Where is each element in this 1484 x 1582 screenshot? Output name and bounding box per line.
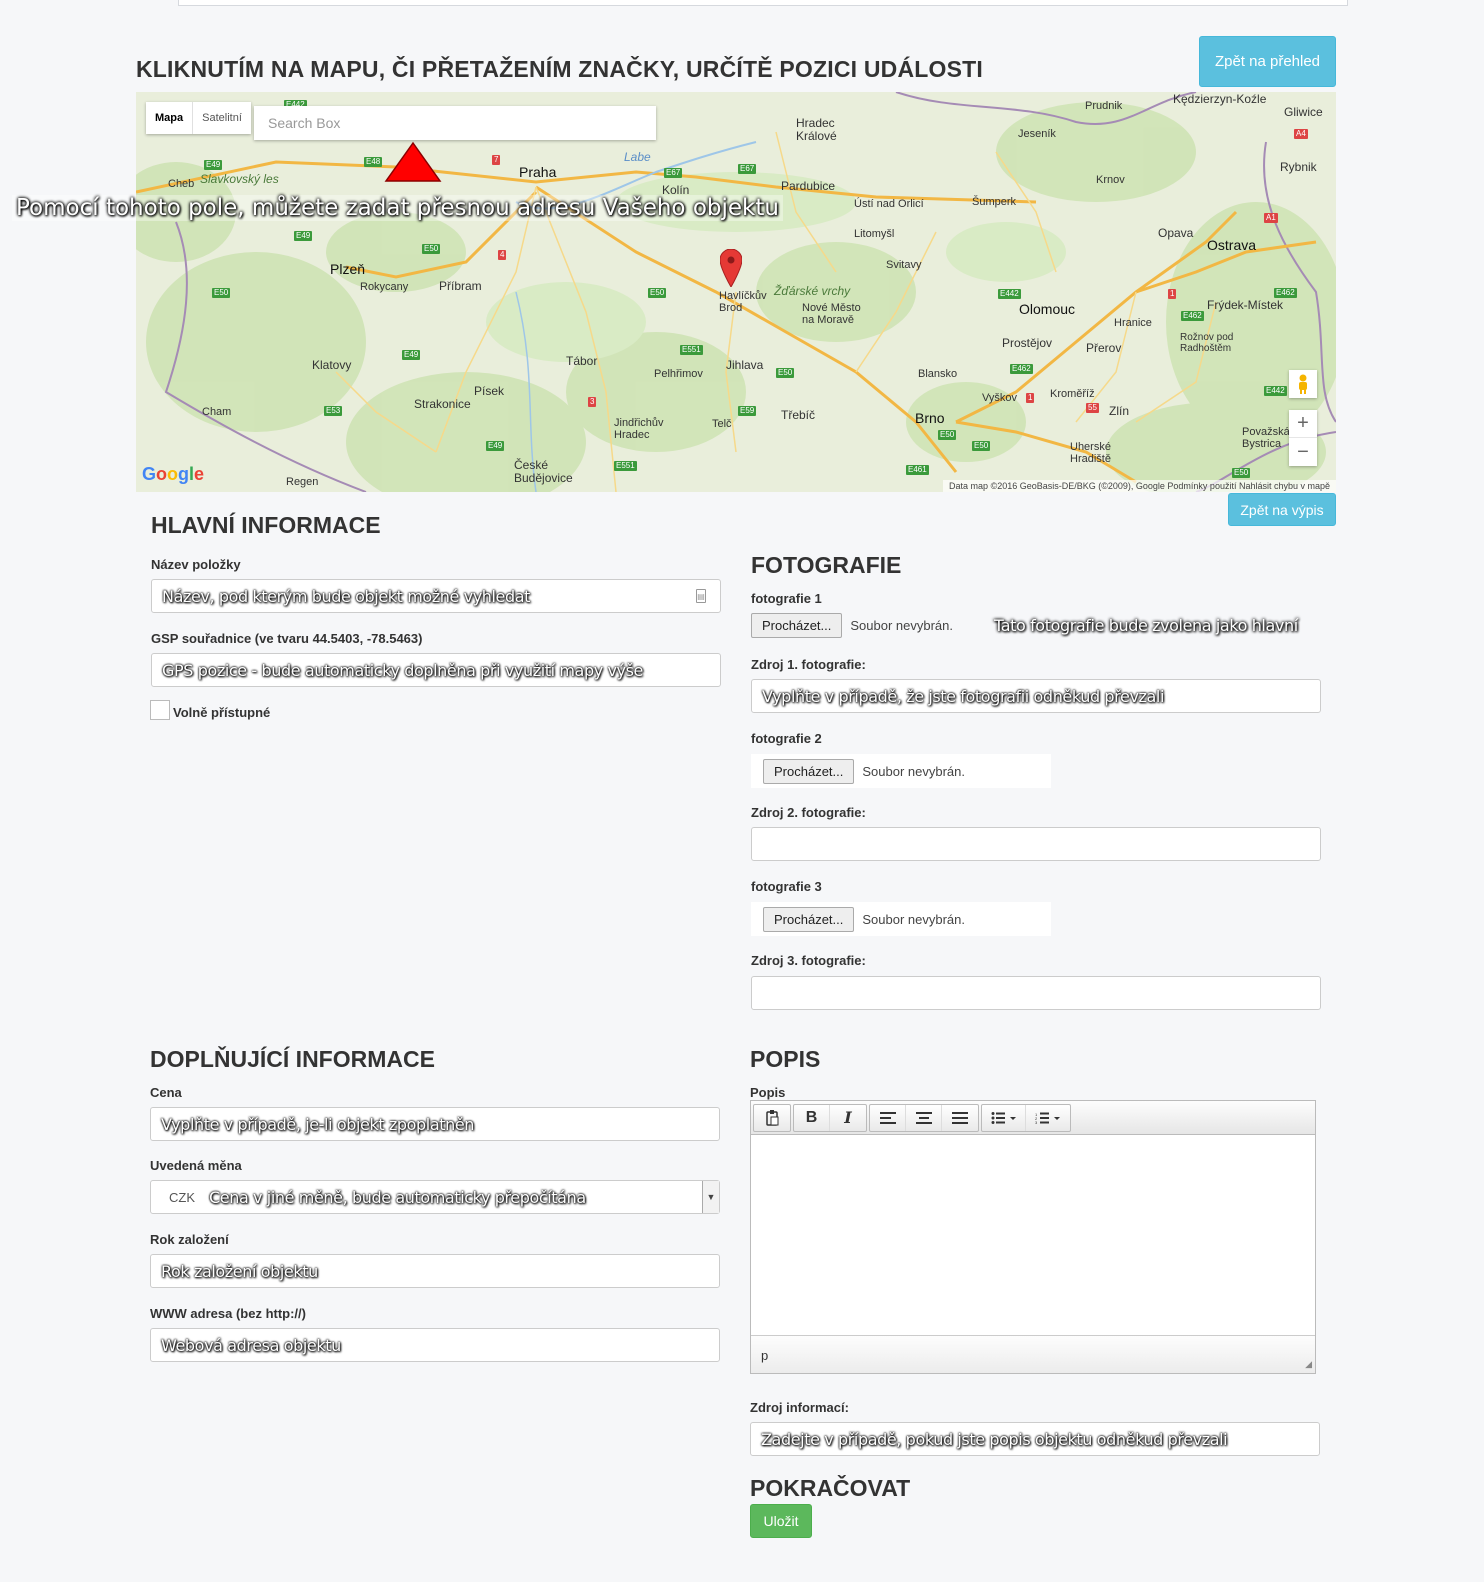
free-access-label: Volně přístupné — [173, 705, 271, 720]
source1-input[interactable]: Vyplňte v případě, že jste fotografii od… — [751, 679, 1321, 713]
svg-text:3: 3 — [1035, 1120, 1038, 1124]
align-center-icon[interactable] — [906, 1104, 942, 1131]
web-input[interactable]: Webová adresa objektu — [150, 1328, 720, 1362]
photo1-label: fotografie 1 — [751, 591, 822, 606]
photo2-label: fotografie 2 — [751, 731, 822, 746]
photo2-file-status: Soubor nevybrán. — [862, 763, 965, 779]
free-access-checkbox[interactable] — [150, 700, 170, 720]
web-label: WWW adresa (bez http://) — [150, 1306, 306, 1321]
warning-triangle-icon — [384, 141, 442, 182]
source3-input[interactable] — [751, 976, 1321, 1010]
photo3-label: fotografie 3 — [751, 879, 822, 894]
photo1-browse-button[interactable]: Procházet... — [751, 613, 843, 638]
zoom-control: + − — [1289, 410, 1317, 466]
currency-select[interactable]: CZK Cena v jiné měně, bude automaticky p… — [150, 1180, 720, 1214]
back-to-overview-button[interactable]: Zpět na přehled — [1199, 36, 1336, 87]
info-source-label: Zdroj informací: — [750, 1400, 849, 1415]
photos-heading: FOTOGRAFIE — [751, 552, 902, 578]
description-editor[interactable]: B I 123 p ◢ — [750, 1100, 1316, 1374]
editor-statusbar: p ◢ — [751, 1335, 1315, 1373]
map-marker-icon[interactable] — [720, 249, 742, 287]
map-attribution: Data map ©2016 GeoBasis-DE/BKG (©2009), … — [943, 480, 1336, 492]
back-to-list-button[interactable]: Zpět na výpis — [1228, 493, 1336, 526]
year-input[interactable]: Rok založení objektu — [150, 1254, 720, 1288]
save-button[interactable]: Uložit — [750, 1504, 812, 1538]
photo1-note: Tato fotografie bude zvolena jako hlavní — [994, 616, 1298, 635]
currency-label: Uvedená měna — [150, 1158, 242, 1173]
source2-label: Zdroj 2. fotografie: — [751, 805, 866, 820]
italic-icon[interactable]: I — [830, 1105, 866, 1131]
map-type-control: Mapa Satelitní — [146, 102, 251, 134]
contact-card-icon: ▤ — [696, 589, 706, 603]
name-input[interactable]: Název, pod kterým bude objekt možné vyhl… — [151, 579, 721, 613]
photo2-file-input: Procházet... Soubor nevybrán. — [751, 754, 1051, 788]
photo1-file-input: Procházet... Soubor nevybrán. — [751, 613, 953, 638]
map-type-satellite-button[interactable]: Satelitní — [193, 102, 251, 134]
street-view-pegman-icon[interactable] — [1289, 370, 1317, 398]
source1-label: Zdroj 1. fotografie: — [751, 657, 866, 672]
photo3-browse-button[interactable]: Procházet... — [763, 906, 855, 932]
paste-icon[interactable] — [754, 1105, 790, 1131]
google-logo: Google — [142, 464, 205, 484]
extra-info-heading: DOPLŇUJÍCÍ INFORMACE — [150, 1046, 435, 1072]
currency-selected-value: CZK — [169, 1189, 195, 1205]
resize-handle-icon[interactable]: ◢ — [1305, 1359, 1312, 1370]
description-heading: POPIS — [750, 1046, 821, 1072]
source3-label: Zdroj 3. fotografie: — [751, 953, 866, 968]
map-type-map-button[interactable]: Mapa — [146, 102, 194, 134]
description-label: Popis — [750, 1085, 786, 1100]
align-left-icon[interactable] — [870, 1104, 906, 1131]
name-label: Název položky — [151, 557, 241, 572]
bold-icon[interactable]: B — [794, 1104, 830, 1131]
editor-toolbar: B I 123 — [751, 1101, 1315, 1135]
continue-heading: POKRAČOVAT — [750, 1475, 911, 1501]
price-label: Cena — [150, 1085, 182, 1100]
zoom-out-button[interactable]: − — [1289, 438, 1317, 466]
editor-path: p — [761, 1348, 769, 1363]
gps-label: GSP souřadnice (ve tvaru 44.5403, -78.54… — [151, 631, 423, 646]
photo1-file-status: Soubor nevybrán. — [850, 618, 953, 633]
top-bar — [178, 0, 1348, 6]
map[interactable]: E442 E49 E48 E67 E67 E49 E50 E50 E50 E49… — [136, 92, 1336, 492]
numbered-list-icon[interactable]: 123 — [1026, 1105, 1070, 1131]
chevron-down-icon: ▼ — [702, 1181, 719, 1213]
photo3-file-status: Soubor nevybrán. — [862, 911, 965, 927]
gps-input[interactable]: GPS pozice - bude automaticky doplněna p… — [151, 653, 721, 687]
map-heading: KLIKNUTÍM NA MAPU, ČI PŘETAŽENÍM ZNAČKY,… — [136, 56, 983, 82]
source2-input[interactable] — [751, 827, 1321, 861]
currency-note: Cena v jiné měně, bude automaticky přepo… — [209, 1187, 586, 1207]
photo2-browse-button[interactable]: Procházet... — [763, 758, 855, 784]
align-justify-icon[interactable] — [942, 1105, 978, 1131]
bullet-list-icon[interactable] — [982, 1104, 1026, 1131]
price-input[interactable]: Vyplňte v případě, je-li objekt zpoplatn… — [150, 1107, 720, 1141]
year-label: Rok založení — [150, 1232, 229, 1247]
map-search-input[interactable]: Search Box — [254, 106, 656, 140]
map-search-tip: Pomocí tohoto pole, můžete zadat přesnou… — [12, 195, 783, 221]
info-source-input[interactable]: Zadejte v případě, pokud jste popis obje… — [750, 1422, 1320, 1456]
photo3-file-input: Procházet... Soubor nevybrán. — [751, 902, 1051, 936]
main-info-heading: HLAVNÍ INFORMACE — [151, 512, 381, 538]
zoom-in-button[interactable]: + — [1289, 410, 1317, 438]
